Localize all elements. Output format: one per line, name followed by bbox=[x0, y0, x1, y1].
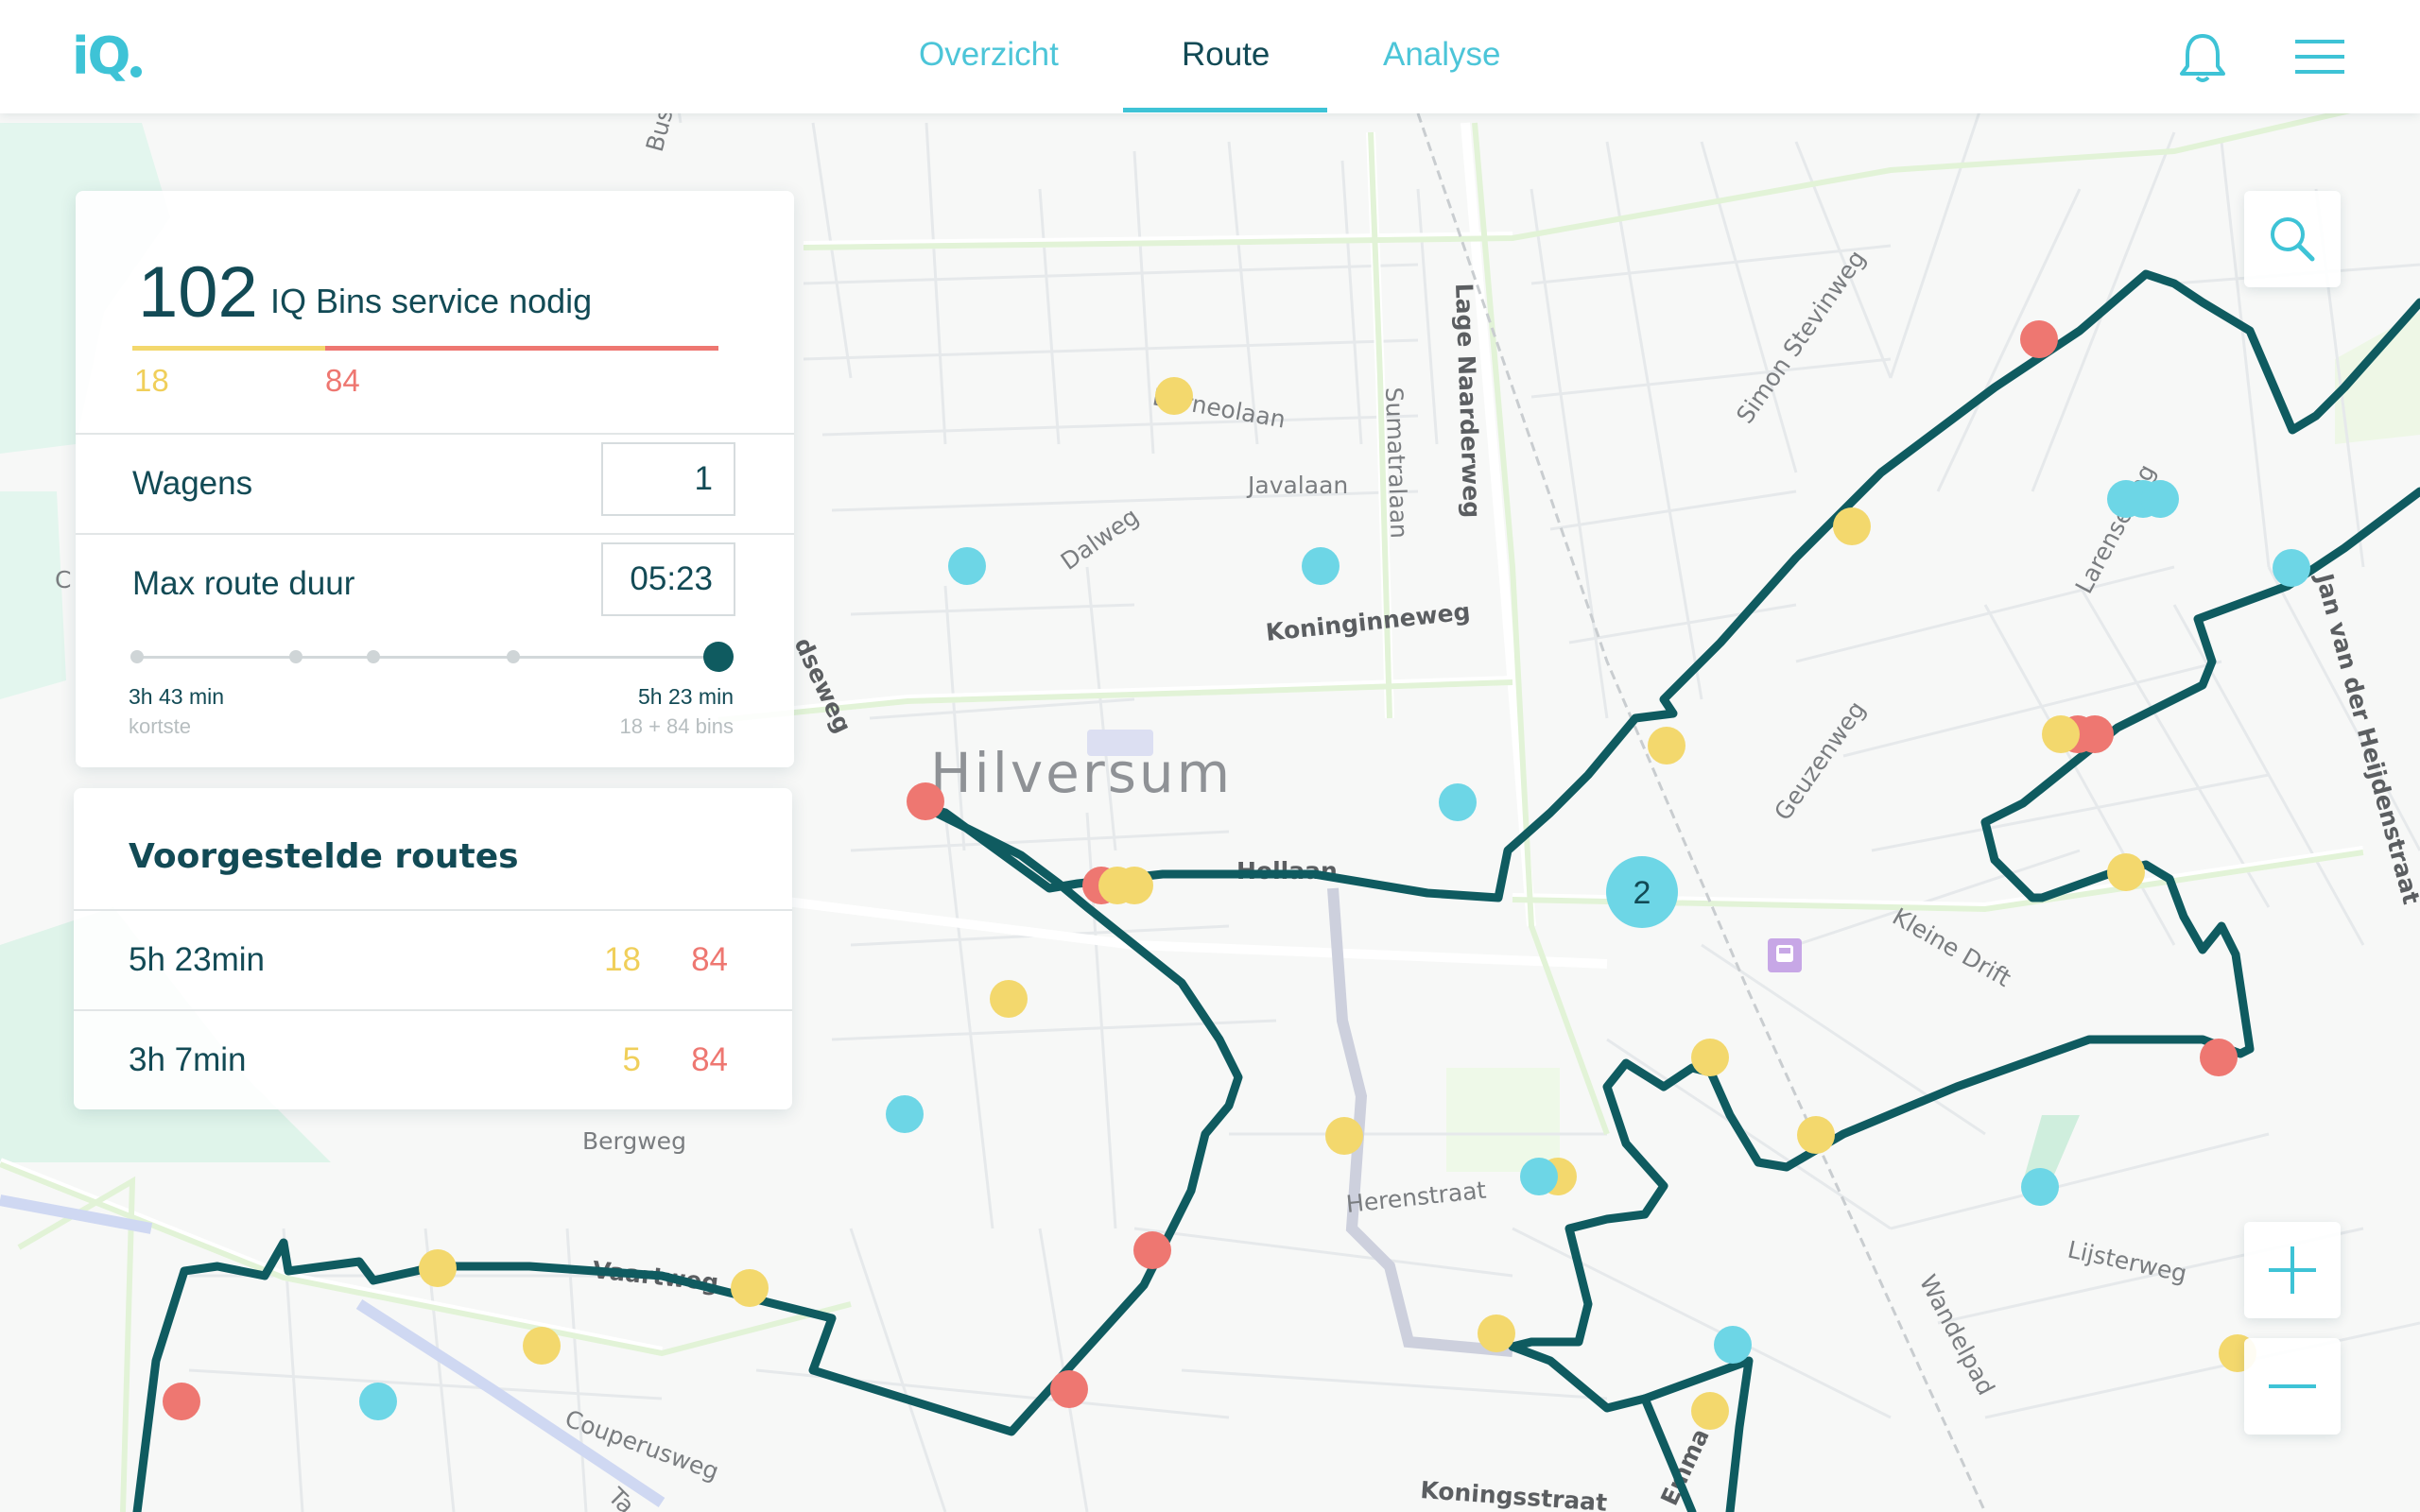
slider-handle[interactable] bbox=[703, 642, 734, 672]
street-label: Sumatralaan bbox=[1380, 387, 1413, 539]
bin-marker-yellow[interactable] bbox=[2042, 715, 2080, 753]
city-label: Hilversum bbox=[930, 741, 1233, 805]
slider-step[interactable] bbox=[367, 650, 380, 663]
slider-step[interactable] bbox=[289, 650, 302, 663]
bin-marker-cyan[interactable] bbox=[1714, 1326, 1752, 1364]
route-red-count: 84 bbox=[691, 941, 728, 978]
route-duration: 5h 23min bbox=[129, 941, 265, 978]
bin-marker-cyan[interactable] bbox=[1520, 1158, 1558, 1195]
bin-cluster[interactable]: 2 bbox=[1606, 856, 1678, 928]
tab-analyse[interactable]: Analyse bbox=[1383, 36, 1501, 74]
bin-marker-cyan[interactable] bbox=[886, 1095, 924, 1133]
tab-route[interactable]: Route bbox=[1182, 36, 1270, 74]
divider bbox=[76, 533, 794, 535]
wagens-label: Wagens bbox=[132, 465, 253, 502]
map-search-button[interactable] bbox=[2244, 191, 2341, 287]
max-route-duur-label: Max route duur bbox=[132, 565, 355, 602]
bin-marker-yellow[interactable] bbox=[1691, 1039, 1729, 1076]
bin-marker-yellow[interactable] bbox=[1833, 507, 1871, 545]
cluster-count[interactable]: 2 bbox=[1634, 875, 1651, 911]
slider-min-label: 3h 43 min bbox=[129, 684, 225, 709]
top-navigation-bar: iQ Overzicht Route Analyse bbox=[0, 0, 2420, 113]
bin-marker-cyan[interactable] bbox=[2021, 1168, 2059, 1206]
divider bbox=[76, 433, 794, 435]
bell-icon[interactable] bbox=[2178, 30, 2227, 90]
slider-step[interactable] bbox=[507, 650, 520, 663]
route-yellow-count: 5 bbox=[622, 1041, 641, 1078]
street-label: Javalaan bbox=[1246, 472, 1348, 499]
bin-marker-cyan[interactable] bbox=[1439, 783, 1477, 821]
slider-max-sublabel: 18 + 84 bins bbox=[619, 714, 734, 738]
bins-needing-service-count: 102 bbox=[138, 252, 258, 333]
bin-marker-yellow[interactable] bbox=[419, 1249, 457, 1287]
zoom-out-button[interactable] bbox=[2244, 1338, 2341, 1435]
hamburger-menu-icon[interactable] bbox=[2295, 38, 2344, 80]
route-option[interactable]: 5h 23min 18 84 bbox=[74, 911, 792, 1009]
bin-marker-yellow[interactable] bbox=[1115, 867, 1153, 904]
bin-marker-cyan[interactable] bbox=[2141, 480, 2179, 518]
service-summary-panel: 102 IQ Bins service nodig 18 84 Wagens 1… bbox=[76, 191, 794, 767]
suggested-routes-title: Voorgestelde routes bbox=[129, 837, 519, 876]
bin-marker-yellow[interactable] bbox=[990, 980, 1028, 1018]
bin-marker-yellow[interactable] bbox=[523, 1327, 561, 1365]
nav-tabs: Overzicht Route Analyse bbox=[0, 0, 2420, 113]
wagens-input[interactable]: 1 bbox=[601, 442, 735, 516]
route-duration-slider[interactable] bbox=[136, 656, 718, 659]
bin-marker-red[interactable] bbox=[2200, 1039, 2238, 1076]
slider-step[interactable] bbox=[130, 650, 144, 663]
street-label: C bbox=[55, 566, 71, 593]
bin-marker-cyan[interactable] bbox=[359, 1383, 397, 1420]
bin-marker-red[interactable] bbox=[2076, 715, 2114, 753]
yellow-proportion-bar bbox=[132, 346, 325, 351]
street-label: Bergweg bbox=[582, 1127, 686, 1155]
yellow-bin-count: 18 bbox=[134, 363, 169, 398]
bin-marker-red[interactable] bbox=[1133, 1231, 1171, 1269]
bin-marker-cyan[interactable] bbox=[948, 547, 986, 585]
route-yellow-count: 18 bbox=[604, 941, 641, 978]
red-bin-count: 84 bbox=[325, 363, 360, 398]
bin-marker-yellow[interactable] bbox=[1155, 377, 1193, 415]
suggested-routes-panel: Voorgestelde routes 5h 23min 18 84 3h 7m… bbox=[74, 788, 792, 1109]
landmark-icon bbox=[1087, 730, 1153, 756]
bin-marker-cyan[interactable] bbox=[2273, 549, 2310, 587]
zoom-out-icon bbox=[2269, 1384, 2316, 1388]
train-station-icon bbox=[1768, 938, 1802, 972]
red-proportion-bar bbox=[325, 346, 718, 351]
bin-marker-red[interactable] bbox=[1050, 1370, 1088, 1408]
tab-overzicht[interactable]: Overzicht bbox=[919, 36, 1059, 74]
bin-marker-yellow[interactable] bbox=[1325, 1117, 1363, 1155]
bin-marker-yellow[interactable] bbox=[2107, 853, 2145, 891]
bin-marker-yellow[interactable] bbox=[1478, 1314, 1515, 1352]
bins-needing-service-label: IQ Bins service nodig bbox=[270, 282, 593, 320]
bin-marker-yellow[interactable] bbox=[1648, 727, 1685, 765]
search-icon bbox=[2271, 217, 2315, 262]
route-red-count: 84 bbox=[691, 1041, 728, 1078]
slider-max-label: 5h 23 min bbox=[637, 684, 734, 709]
zoom-in-icon bbox=[2269, 1246, 2316, 1294]
bin-marker-red[interactable] bbox=[907, 782, 944, 820]
max-route-duur-input[interactable]: 05:23 bbox=[601, 542, 735, 616]
bin-marker-yellow[interactable] bbox=[731, 1269, 769, 1307]
bin-marker-yellow[interactable] bbox=[1797, 1116, 1835, 1154]
active-tab-indicator bbox=[1123, 108, 1327, 112]
bin-marker-red[interactable] bbox=[163, 1383, 200, 1420]
bin-marker-yellow[interactable] bbox=[1691, 1392, 1729, 1430]
bin-marker-cyan[interactable] bbox=[1302, 547, 1340, 585]
route-duration: 3h 7min bbox=[129, 1041, 247, 1078]
slider-min-sublabel: kortste bbox=[129, 714, 192, 738]
bin-marker-red[interactable] bbox=[2020, 320, 2058, 358]
route-option[interactable]: 3h 7min 5 84 bbox=[74, 1011, 792, 1109]
zoom-in-button[interactable] bbox=[2244, 1222, 2341, 1318]
